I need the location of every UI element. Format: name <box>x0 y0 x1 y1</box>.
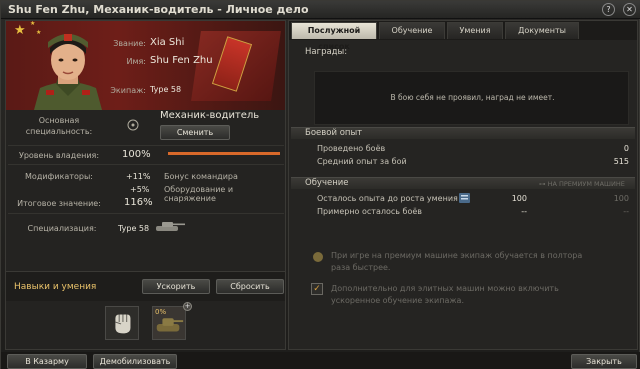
demobilize-button[interactable]: Демобилизовать <box>93 354 177 369</box>
xp-to-next-label: Осталось опыта до роста умения <box>317 194 458 203</box>
specialty-icon <box>127 119 139 131</box>
tab-training[interactable]: Обучение <box>379 22 445 39</box>
mastery-progress-fill <box>168 152 280 155</box>
specialty-value: Механик-водитель <box>160 110 260 121</box>
avg-xp-value: 515 <box>613 157 629 166</box>
xp-to-next-value: 100 <box>511 194 527 203</box>
battles-left-value: -- <box>521 207 527 216</box>
tab-documents[interactable]: Документы <box>505 22 579 39</box>
divider <box>8 145 284 146</box>
specialty-label: Основная специальность: <box>25 116 93 136</box>
modifier-description: Бонус командира <box>164 172 238 181</box>
modifier-description: Оборудование и снаряжение <box>164 185 234 203</box>
mastery-value: 100% <box>122 149 151 160</box>
modifiers-label: Модификаторы: <box>25 172 93 181</box>
barracks-button[interactable]: В Казарму <box>7 354 87 369</box>
skills-title: Навыки и умения <box>14 282 97 292</box>
divider <box>8 164 284 165</box>
specialization-value: Type 58 <box>118 224 150 233</box>
premium-header-label: НА ПРЕМИУМ МАШИНЕ <box>547 180 625 188</box>
awards-title: Награды: <box>305 47 348 57</box>
footer-bar: В Казарму Демобилизовать Закрыть <box>1 352 640 369</box>
rank-value: Xia Shi <box>150 37 185 48</box>
modifier-value: +11% <box>126 172 151 181</box>
crew-member-panel: ★ ★ ★ Звание: Xia Shi Имя: Shu Fen Zhu Э… <box>5 20 286 350</box>
name-value: Shu Fen Zhu <box>150 55 213 66</box>
skills-header: Навыки и умения Ускорить Сбросить <box>6 271 285 301</box>
combat-title: Боевой опыт <box>305 128 363 138</box>
premium-note-icon <box>313 252 323 262</box>
training-title: Обучение <box>305 178 349 188</box>
modifier-value: +5% <box>130 185 150 194</box>
tab-bar: Послужной список Обучение Умения Докумен… <box>289 21 637 51</box>
elite-note: Дополнительно для элитных машин можно вк… <box>331 284 559 305</box>
premium-header: ⊶ НА ПРЕМИУМ МАШИНЕ <box>539 180 625 188</box>
crew-label: Экипаж: <box>110 86 146 95</box>
elite-accelerate-checkbox[interactable]: ✓ <box>311 283 323 295</box>
premium-tank-icon: ⊶ <box>539 180 546 188</box>
battles-left-premium: -- <box>623 207 629 216</box>
close-button[interactable]: Закрыть <box>571 354 637 369</box>
add-skill-icon[interactable]: + <box>183 302 192 311</box>
xp-to-next-premium: 100 <box>613 194 629 203</box>
personal-file-window: Shu Fen Zhu, Механик-водитель - Личное д… <box>0 0 640 369</box>
accelerate-button[interactable]: Ускорить <box>142 279 210 294</box>
crew-value: Type 58 <box>150 85 182 94</box>
new-skill-percent: 0% <box>155 308 167 316</box>
tab-service-record[interactable]: Послужной список <box>291 22 377 51</box>
fist-icon <box>115 314 131 334</box>
awards-empty-text: В бою себя не проявил, наград не имеет. <box>390 93 555 102</box>
rank-label: Звание: <box>113 39 146 48</box>
avg-xp-label: Средний опыт за бой <box>317 157 407 166</box>
skill-slot-new[interactable]: 0% + <box>152 302 192 340</box>
final-value-label: Итоговое значение: <box>17 199 101 208</box>
mastery-label: Уровень владения: <box>18 151 100 160</box>
title-bar: Shu Fen Zhu, Механик-водитель - Личное д… <box>1 1 640 19</box>
portrait-area: ★ ★ ★ Звание: Xia Shi Имя: Shu Fen Zhu Э… <box>6 21 285 110</box>
name-label: Имя: <box>126 57 146 66</box>
mastery-progress-track <box>168 152 280 155</box>
awards-box: В бою себя не проявил, наград не имеет. <box>314 71 629 125</box>
info-panel: Послужной список Обучение Умения Докумен… <box>288 20 638 350</box>
change-specialty-button[interactable]: Сменить <box>160 125 230 140</box>
xp-info-icon <box>459 193 470 203</box>
divider <box>8 213 284 214</box>
help-icon[interactable]: ? <box>602 3 615 16</box>
tab-skills[interactable]: Умения <box>447 22 503 39</box>
tank-icon <box>156 222 185 231</box>
battles-value: 0 <box>623 144 629 153</box>
battles-left-label: Примерно осталось боёв <box>317 207 422 216</box>
flag-star-icon: ★ <box>14 23 26 38</box>
premium-note: При игре на премиум машине экипаж обучае… <box>331 251 583 272</box>
close-icon[interactable]: ✕ <box>623 3 636 16</box>
specialization-label: Специализация: <box>27 224 97 233</box>
battles-label: Проведено боёв <box>317 144 386 153</box>
reset-skills-button[interactable]: Сбросить <box>216 279 284 294</box>
skill-slot-brotherhood[interactable] <box>105 306 139 340</box>
final-value: 116% <box>124 197 153 208</box>
window-title: Shu Fen Zhu, Механик-водитель - Личное д… <box>8 3 309 16</box>
